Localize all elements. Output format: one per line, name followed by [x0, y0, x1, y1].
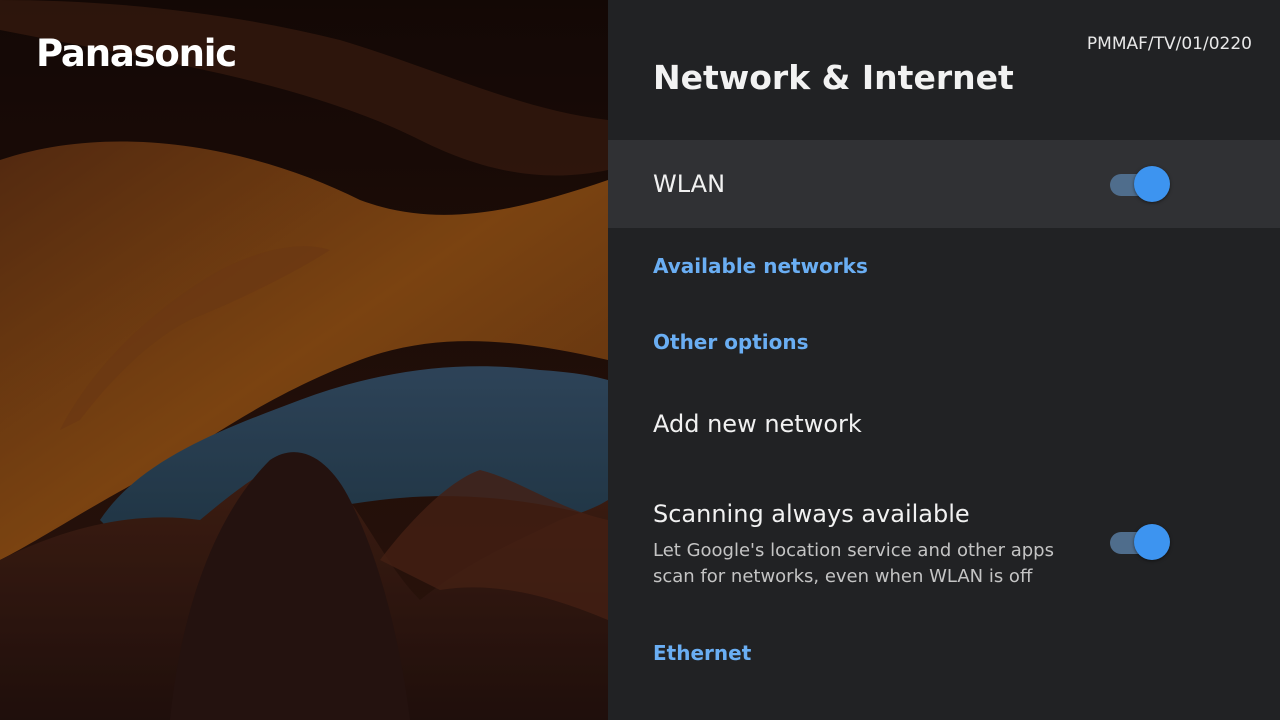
add-new-network-label: Add new network	[653, 410, 862, 438]
scanning-toggle-thumb	[1134, 524, 1170, 560]
wlan-toggle-thumb	[1134, 166, 1170, 202]
scanning-description: Let Google's location service and other …	[653, 540, 1054, 587]
add-new-network-row[interactable]: Add new network	[608, 392, 1280, 462]
scanning-label: Scanning always available	[653, 500, 970, 528]
other-options-header-row: Other options	[608, 330, 1280, 360]
ethernet-header: Ethernet	[653, 641, 752, 665]
settings-panel: PMMAF/TV/01/0220 Network & Internet WLAN…	[608, 0, 1280, 720]
tv-settings-screen: Panasonic PMMAF/TV/01/0220 Network & Int…	[0, 0, 1280, 720]
wlan-row[interactable]: WLAN	[608, 140, 1280, 228]
background-wallpaper: Panasonic	[0, 0, 608, 720]
scanning-always-available-row[interactable]: Scanning always available Let Google's l…	[608, 488, 1280, 600]
scanning-toggle[interactable]	[1108, 524, 1170, 560]
available-networks-header: Available networks	[653, 254, 868, 278]
other-options-header: Other options	[653, 330, 809, 354]
ethernet-header-row: Ethernet	[608, 641, 1280, 671]
page-title: Network & Internet	[653, 58, 1014, 97]
available-networks-header-row: Available networks	[608, 254, 1280, 284]
wlan-label: WLAN	[653, 170, 726, 198]
wlan-toggle[interactable]	[1108, 166, 1170, 202]
model-id-label: PMMAF/TV/01/0220	[1086, 34, 1252, 54]
panasonic-logo: Panasonic	[36, 32, 237, 75]
wallpaper-dim-overlay	[0, 0, 608, 720]
